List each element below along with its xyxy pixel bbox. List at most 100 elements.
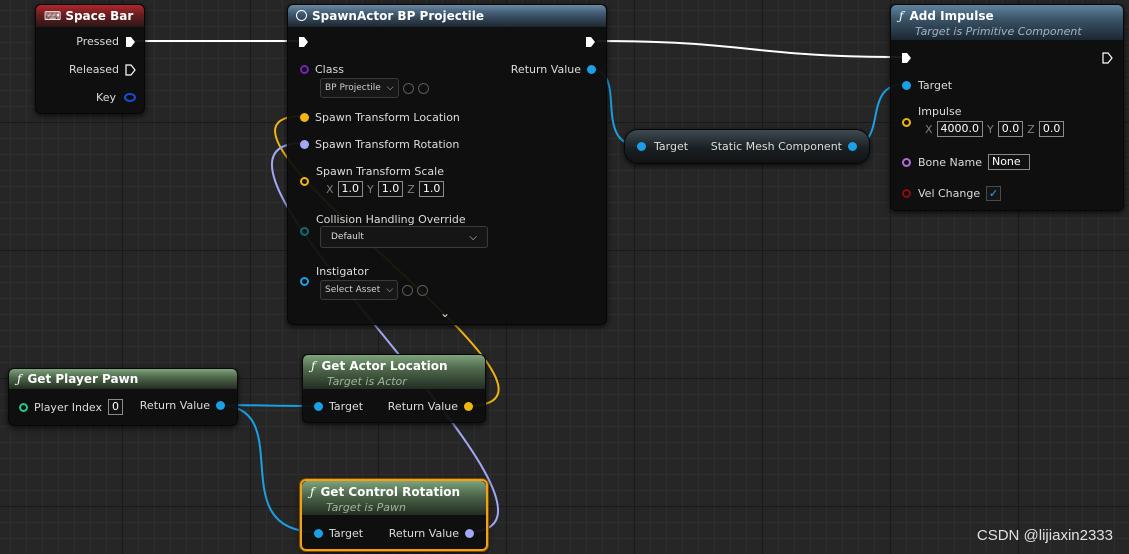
- node-header: SpawnActor BP Projectile: [288, 5, 606, 27]
- pin-key[interactable]: Key: [96, 91, 136, 104]
- use-selected-icon[interactable]: [402, 82, 414, 94]
- enum-pin-icon[interactable]: [300, 227, 309, 236]
- pin-released[interactable]: Released: [69, 63, 136, 76]
- exec-in-pin[interactable]: [901, 52, 912, 64]
- player-index-input[interactable]: 0: [108, 399, 124, 415]
- node-subtitle: Target is Primitive Component: [915, 25, 1082, 38]
- object-pin-icon[interactable]: [848, 142, 857, 151]
- bool-pin-icon[interactable]: [902, 189, 911, 198]
- pin-label: Collision Handling Override: [316, 213, 466, 226]
- impulse-x-input[interactable]: 4000.0: [936, 121, 984, 137]
- rotator-pin-icon[interactable]: [300, 140, 309, 149]
- object-pin-icon[interactable]: [314, 529, 323, 538]
- use-selected-icon[interactable]: [402, 284, 414, 296]
- object-pin-icon[interactable]: [902, 81, 911, 90]
- impulse-fields[interactable]: X 4000.0 Y 0.0 Z 0.0: [921, 121, 1065, 137]
- instigator-dropdown[interactable]: Select Asset ⌵: [320, 280, 399, 300]
- collision-dropdown[interactable]: Default ⌵: [320, 226, 488, 248]
- pin-static-mesh-output[interactable]: Static Mesh Component: [711, 140, 857, 153]
- chevron-down-icon: ⌵: [469, 231, 477, 243]
- node-get-actor-location[interactable]: ƒ Get Actor Location Target is Actor Targ…: [302, 354, 486, 423]
- impulse-y-input[interactable]: 0.0: [997, 121, 1024, 137]
- pin-impulse[interactable]: Impulse: [918, 105, 961, 118]
- name-pin-icon[interactable]: [902, 157, 911, 167]
- pin-label: Static Mesh Component: [710, 140, 842, 153]
- pin-pressed[interactable]: Pressed: [76, 35, 136, 48]
- vector-pin-icon[interactable]: [300, 177, 309, 186]
- pin-target[interactable]: Target: [902, 79, 952, 92]
- instigator-picker[interactable]: Select Asset ⌵: [320, 280, 429, 300]
- node-title: Space Bar: [65, 9, 134, 23]
- pin-return-value[interactable]: Return Value: [389, 527, 474, 540]
- pin-spawn-rotation[interactable]: Spawn Transform Rotation: [300, 138, 459, 151]
- impulse-z-input[interactable]: 0.0: [1038, 121, 1065, 137]
- scale-fields[interactable]: X 1.0 Y 1.0 Z 1.0: [322, 181, 445, 197]
- node-header: ƒ Get Actor Location Target is Actor: [303, 355, 485, 389]
- key-pin-icon[interactable]: [124, 93, 136, 102]
- pin-label: Spawn Transform Rotation: [315, 138, 460, 151]
- browse-search-icon[interactable]: [417, 284, 429, 296]
- pin-spawn-scale[interactable]: Spawn Transform Scale: [316, 165, 444, 178]
- pin-vel-change[interactable]: Vel Change ✓: [902, 186, 1002, 201]
- node-header: ƒ Add Impulse Target is Primitive Compone…: [891, 5, 1123, 40]
- pin-label: Target: [329, 527, 364, 540]
- vector-pin-icon[interactable]: [464, 402, 473, 411]
- axis-x-label: X: [925, 122, 933, 136]
- object-pin-icon[interactable]: [314, 402, 323, 411]
- int-pin-icon[interactable]: [19, 402, 28, 412]
- pin-return-value[interactable]: Return Value: [140, 399, 225, 412]
- node-space-bar[interactable]: ⌨ Space Bar Pressed Released Key: [35, 4, 145, 114]
- pin-label: Instigator: [316, 265, 369, 278]
- exec-pin-icon[interactable]: [125, 36, 136, 48]
- class-pin-icon[interactable]: [300, 65, 309, 74]
- exec-out-pin[interactable]: [585, 36, 596, 48]
- pin-label: Impulse: [918, 105, 962, 118]
- node-spawn-actor[interactable]: SpawnActor BP Projectile Class BP Projec…: [287, 4, 607, 325]
- scale-y-input[interactable]: 1.0: [377, 181, 404, 197]
- class-picker[interactable]: BP Projectile ⌵: [320, 78, 429, 98]
- pin-target[interactable]: Target: [637, 140, 688, 153]
- exec-out-pin[interactable]: [1102, 52, 1113, 64]
- object-pin-icon[interactable]: [216, 401, 225, 410]
- pin-instigator[interactable]: Instigator: [316, 265, 369, 278]
- node-subtitle: Target is Actor: [327, 375, 407, 388]
- exec-pin-icon[interactable]: [125, 63, 136, 76]
- pin-label: Target: [918, 79, 953, 92]
- scale-z-input[interactable]: 1.0: [418, 181, 445, 197]
- class-value: BP Projectile: [325, 83, 381, 93]
- pin-target[interactable]: Target: [314, 400, 363, 413]
- bone-name-input[interactable]: None: [987, 154, 1030, 170]
- node-header: ƒ Get Control Rotation Target is Pawn: [302, 481, 486, 515]
- node-title: SpawnActor BP Projectile: [312, 9, 484, 23]
- vector-pin-icon[interactable]: [300, 113, 309, 122]
- rotator-pin-icon[interactable]: [465, 529, 474, 538]
- axis-x-label: X: [326, 182, 334, 196]
- pin-player-index[interactable]: Player Index 0: [19, 399, 124, 415]
- pin-bone-name[interactable]: Bone Name None: [902, 154, 1030, 170]
- pin-label: Class: [315, 63, 344, 76]
- expand-advanced-chevron-icon[interactable]: ⌄: [440, 306, 450, 320]
- node-static-mesh-component[interactable]: Target Static Mesh Component: [624, 129, 870, 164]
- object-pin-icon[interactable]: [587, 65, 596, 74]
- spawn-actor-icon: [296, 10, 307, 21]
- node-get-player-pawn[interactable]: ƒ Get Player Pawn Player Index 0 Return V…: [8, 368, 238, 426]
- pin-class[interactable]: Class: [300, 63, 344, 76]
- class-dropdown[interactable]: BP Projectile ⌵: [320, 78, 399, 98]
- object-pin-icon[interactable]: [637, 142, 646, 151]
- scale-x-input[interactable]: 1.0: [337, 181, 364, 197]
- chevron-down-icon: ⌵: [386, 285, 394, 295]
- pin-return-value[interactable]: Return Value: [388, 400, 473, 413]
- function-icon: ƒ: [17, 372, 22, 386]
- pin-collision-label: Collision Handling Override: [316, 213, 466, 226]
- node-add-impulse[interactable]: ƒ Add Impulse Target is Primitive Compone…: [890, 4, 1124, 211]
- vector-pin-icon[interactable]: [902, 118, 911, 127]
- exec-in-pin[interactable]: [298, 36, 309, 48]
- browse-search-icon[interactable]: [417, 82, 429, 94]
- vel-change-checkbox[interactable]: ✓: [986, 186, 1002, 201]
- node-get-control-rotation[interactable]: ƒ Get Control Rotation Target is Pawn Tar…: [300, 479, 488, 551]
- pin-label: Player Index: [34, 400, 103, 414]
- object-pin-icon[interactable]: [300, 277, 309, 286]
- pin-spawn-location[interactable]: Spawn Transform Location: [300, 111, 460, 124]
- pin-return-value[interactable]: Return Value: [511, 63, 596, 76]
- pin-target[interactable]: Target: [314, 527, 363, 540]
